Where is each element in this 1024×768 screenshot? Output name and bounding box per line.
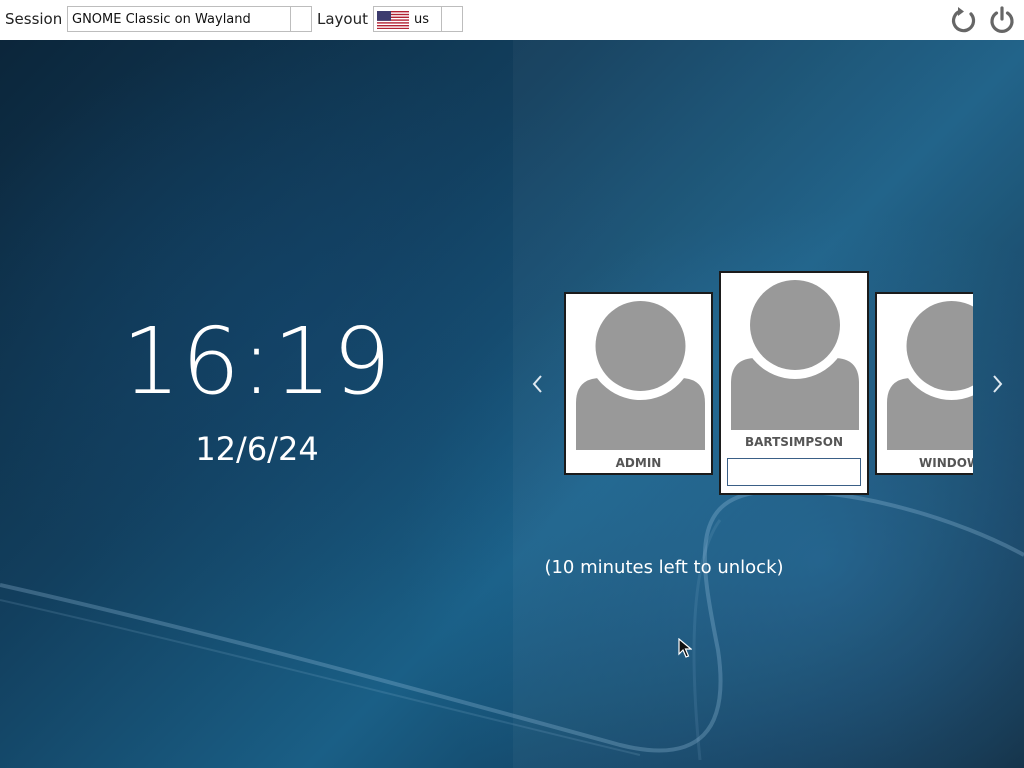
session-value: GNOME Classic on Wayland: [72, 12, 251, 27]
user-card-window[interactable]: WINDOW: [875, 292, 973, 475]
chevron-left-icon[interactable]: [526, 372, 550, 396]
chevron-right-icon[interactable]: [985, 372, 1009, 396]
avatar-icon: [731, 277, 859, 430]
us-flag-icon: [377, 11, 409, 29]
user-name: WINDOW: [919, 456, 973, 470]
clock-time: 16:19: [121, 308, 393, 415]
layout-value: us: [414, 12, 430, 27]
user-name: ADMIN: [615, 456, 662, 470]
session-select[interactable]: GNOME Classic on Wayland: [67, 6, 312, 32]
user-name: BARTSIMPSON: [744, 435, 844, 449]
avatar-icon: [576, 298, 705, 450]
mouse-cursor-icon: [678, 638, 692, 658]
layout-label: Layout: [317, 10, 368, 28]
user-card-bartsimpson[interactable]: BARTSIMPSON: [719, 271, 869, 495]
top-bar: Session GNOME Classic on Wayland Layout …: [0, 0, 1024, 40]
restart-icon[interactable]: [949, 5, 979, 35]
password-input[interactable]: [727, 458, 861, 486]
session-dropdown-button[interactable]: [290, 7, 311, 31]
session-label: Session: [5, 10, 63, 28]
user-card-admin[interactable]: ADMIN: [564, 292, 713, 475]
layout-dropdown-button[interactable]: [441, 7, 462, 31]
power-icon[interactable]: [987, 5, 1017, 35]
avatar-icon: [887, 298, 973, 450]
lock-notice: (10 minutes left to unlock): [544, 557, 784, 578]
user-card-clip: WINDOW: [875, 292, 973, 475]
clock-date: 12/6/24: [195, 430, 319, 468]
layout-select[interactable]: us: [373, 6, 463, 32]
